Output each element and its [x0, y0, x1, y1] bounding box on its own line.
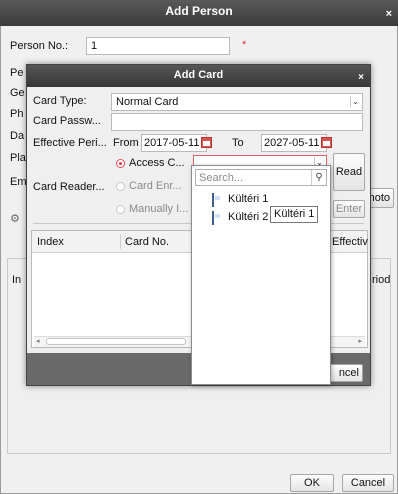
to-date-value: 2027-05-11	[264, 137, 320, 149]
close-icon[interactable]: ×	[386, 3, 392, 25]
add-person-title: Add Person	[165, 4, 233, 18]
scroll-left-icon[interactable]: ◂	[36, 338, 40, 345]
partial-label-4: Da	[10, 130, 25, 142]
table-header-effective: Effectiv	[332, 236, 368, 248]
access-controller-radio[interactable]	[116, 159, 125, 168]
dropdown-item-label: Kültéri 2	[228, 211, 269, 223]
partial-label-3: Ph	[10, 108, 24, 120]
from-date-field[interactable]: 2017-05-11	[141, 134, 213, 152]
enter-button[interactable]: Enter	[333, 200, 365, 218]
to-date-field[interactable]: 2027-05-11	[261, 134, 333, 152]
add-card-title: Add Card	[173, 69, 224, 81]
close-icon[interactable]: ×	[358, 67, 364, 88]
outer-table-header-index: In	[12, 274, 22, 286]
card-type-label: Card Type:	[33, 95, 87, 107]
effective-period-label: Effective Peri...	[33, 137, 107, 149]
add-card-title-bar: Add Card ×	[27, 65, 370, 87]
settings-gear-icon[interactable]: ⚙	[10, 212, 20, 225]
dropdown-search-field[interactable]: Search... ⚲	[195, 169, 327, 186]
read-button[interactable]: Read	[333, 153, 365, 191]
dropdown-search-placeholder: Search...	[199, 172, 244, 184]
device-icon	[212, 193, 214, 207]
partial-label-6: Em	[10, 176, 27, 188]
item-tooltip: Kültéri 1	[270, 206, 319, 223]
scrollbar-thumb[interactable]	[46, 338, 186, 345]
table-header-card-no: Card No.	[125, 236, 170, 248]
dropdown-item-label: Kültéri 1	[228, 193, 269, 205]
chevron-down-icon: ⌄	[350, 96, 360, 107]
access-controller-label: Access C...	[129, 157, 185, 169]
table-header-index: Index	[37, 236, 64, 248]
person-no-label: Person No.:	[10, 40, 69, 52]
required-mark: *	[242, 39, 247, 51]
ok-button[interactable]: OK	[290, 474, 334, 492]
manually-input-label: Manually I...	[129, 203, 189, 215]
from-date-value: 2017-05-11	[144, 137, 200, 149]
to-label: To	[232, 137, 244, 149]
calendar-icon[interactable]	[321, 137, 333, 148]
device-icon	[212, 211, 214, 225]
from-label: From	[113, 137, 139, 149]
outer-table-header-period: riod	[372, 274, 391, 286]
add-person-title-bar: Add Person ×	[0, 0, 398, 26]
card-enrollment-label: Card Enr...	[129, 180, 182, 192]
partial-label-5: Pla	[10, 152, 26, 164]
access-controller-dropdown: Search... ⚲ Kültéri 1 Kültéri 2 Kültéri …	[191, 165, 331, 385]
card-type-select[interactable]: Normal Card ⌄	[111, 93, 363, 111]
card-password-label: Card Passw...	[33, 115, 101, 127]
scroll-right-icon[interactable]: ▸	[358, 338, 362, 345]
card-type-value: Normal Card	[116, 96, 179, 108]
partial-label-1: Pe	[10, 67, 24, 79]
calendar-icon[interactable]	[201, 137, 213, 148]
column-divider	[120, 234, 121, 249]
card-reader-label: Card Reader...	[33, 181, 105, 193]
search-icon[interactable]: ⚲	[311, 170, 326, 185]
card-enrollment-radio[interactable]	[116, 182, 125, 191]
person-no-field[interactable]: 1	[86, 37, 230, 55]
card-password-field[interactable]	[111, 113, 363, 131]
cancel-button[interactable]: Cancel	[342, 474, 394, 492]
partial-label-2: Ge	[10, 87, 25, 99]
card-cancel-button[interactable]: ncel	[327, 364, 363, 382]
manually-input-radio[interactable]	[116, 205, 125, 214]
